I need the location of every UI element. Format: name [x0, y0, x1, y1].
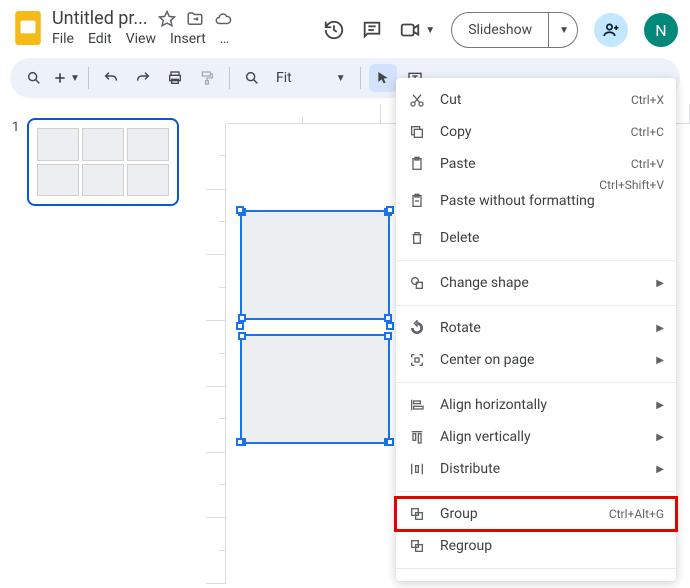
submenu-arrow-icon: ▶: [656, 278, 664, 289]
copy-icon: [408, 123, 426, 141]
submenu-arrow-icon: ▶: [656, 432, 664, 443]
align-horizontal-icon: [408, 396, 426, 414]
menu-group[interactable]: Group Ctrl+Alt+G: [396, 498, 676, 530]
delete-icon: [408, 229, 426, 247]
menu-view[interactable]: View: [126, 31, 156, 47]
document-title[interactable]: Untitled pr...: [52, 8, 148, 29]
menu-label: Paste: [440, 156, 617, 172]
print-button[interactable]: [161, 64, 189, 92]
menu-separator: [396, 491, 676, 492]
menu-distribute[interactable]: Distribute ▶: [396, 453, 676, 485]
submenu-arrow-icon: ▶: [656, 464, 664, 475]
submenu-arrow-icon: ▶: [656, 400, 664, 411]
menu-paste[interactable]: Paste Ctrl+V: [396, 148, 676, 180]
rotate-icon: [408, 319, 426, 337]
slideshow-label[interactable]: Slideshow: [452, 22, 548, 38]
menu-label: Align horizontally: [440, 397, 642, 413]
paint-format-button[interactable]: [193, 64, 221, 92]
menu-label: Copy: [440, 124, 617, 140]
menu-paste-without-formatting[interactable]: Paste without formatting Ctrl+Shift+V: [396, 180, 676, 222]
menu-copy[interactable]: Copy Ctrl+C: [396, 116, 676, 148]
history-icon[interactable]: [323, 19, 345, 41]
menu-label: Change shape: [440, 275, 642, 291]
menu-shortcut: Ctrl+Shift+V: [599, 178, 664, 192]
menu-align-vertically[interactable]: Align vertically ▶: [396, 421, 676, 453]
menu-label: Cut: [440, 92, 617, 108]
star-icon[interactable]: [158, 10, 176, 28]
account-avatar[interactable]: N: [644, 13, 678, 47]
menu-align-horizontally[interactable]: Align horizontally ▶: [396, 389, 676, 421]
menu-separator: [396, 305, 676, 306]
cloud-saved-icon[interactable]: [214, 10, 232, 28]
menu-separator: [396, 382, 676, 383]
slide-thumbnail[interactable]: [27, 118, 179, 206]
app-header: Untitled pr... File Edit View Insert … ▼…: [0, 0, 690, 52]
menu-label: Regroup: [440, 538, 664, 554]
menu-regroup[interactable]: Regroup: [396, 530, 676, 562]
submenu-arrow-icon: ▶: [656, 323, 664, 334]
new-slide-button[interactable]: ▼: [52, 64, 80, 92]
paste-icon: [408, 155, 426, 173]
menu-file[interactable]: File: [52, 31, 74, 47]
menu-label: Distribute: [440, 461, 642, 477]
menu-label: Group: [440, 506, 595, 522]
zoom-button[interactable]: [238, 64, 266, 92]
submenu-arrow-icon: ▶: [656, 355, 664, 366]
select-tool-button[interactable]: [369, 64, 397, 92]
center-on-page-icon: [408, 351, 426, 369]
slide-number: 1: [12, 118, 19, 206]
cut-icon: [408, 91, 426, 109]
search-menus-button[interactable]: [20, 64, 48, 92]
vertical-ruler: [206, 124, 226, 584]
regroup-icon: [408, 537, 426, 555]
slides-logo[interactable]: [12, 8, 44, 48]
menu-shortcut: Ctrl+Alt+G: [609, 507, 664, 521]
move-to-folder-icon[interactable]: [186, 10, 204, 28]
group-icon: [408, 505, 426, 523]
menu-label: Center on page: [440, 352, 642, 368]
menu-cut[interactable]: Cut Ctrl+X: [396, 84, 676, 116]
menu-edit[interactable]: Edit: [88, 31, 112, 47]
align-vertical-icon: [408, 428, 426, 446]
share-button[interactable]: [594, 13, 628, 47]
paste-plain-icon: [408, 192, 426, 210]
filmstrip-panel: 1: [0, 104, 200, 584]
menu-separator: [396, 260, 676, 261]
menu-center-on-page[interactable]: Center on page ▶: [396, 344, 676, 376]
menu-separator: [396, 568, 676, 569]
menu-shortcut: Ctrl+C: [631, 125, 664, 139]
filmstrip-slide-1[interactable]: 1: [12, 118, 188, 206]
zoom-fit-select[interactable]: Fit▼: [270, 70, 352, 86]
menu-label: Delete: [440, 230, 664, 246]
menu-insert[interactable]: Insert: [170, 31, 206, 47]
slideshow-button[interactable]: Slideshow ▼: [451, 12, 578, 48]
menu-bar: File Edit View Insert …: [52, 31, 315, 47]
redo-button[interactable]: [129, 64, 157, 92]
change-shape-icon: [408, 274, 426, 292]
comments-icon[interactable]: [361, 19, 383, 41]
header-actions: ▼ Slideshow ▼ N: [323, 12, 678, 48]
menu-shortcut: Ctrl+X: [631, 93, 664, 107]
selected-shapes[interactable]: [240, 210, 390, 442]
menu-rotate[interactable]: Rotate ▶: [396, 312, 676, 344]
context-menu: Cut Ctrl+X Copy Ctrl+C Paste Ctrl+V Past…: [396, 78, 676, 581]
shape-rectangle[interactable]: [240, 334, 390, 444]
menu-more[interactable]: …: [220, 31, 229, 47]
slideshow-dropdown[interactable]: ▼: [548, 13, 577, 47]
menu-delete[interactable]: Delete: [396, 222, 676, 254]
menu-label: Align vertically: [440, 429, 642, 445]
undo-button[interactable]: [97, 64, 125, 92]
menu-shortcut: Ctrl+V: [631, 157, 664, 171]
menu-label: Paste without formatting: [440, 193, 664, 209]
menu-change-shape[interactable]: Change shape ▶: [396, 267, 676, 299]
shape-rectangle[interactable]: [240, 210, 390, 320]
meet-button[interactable]: ▼: [399, 19, 435, 41]
title-area: Untitled pr... File Edit View Insert …: [52, 8, 315, 47]
menu-label: Rotate: [440, 320, 642, 336]
distribute-icon: [408, 460, 426, 478]
